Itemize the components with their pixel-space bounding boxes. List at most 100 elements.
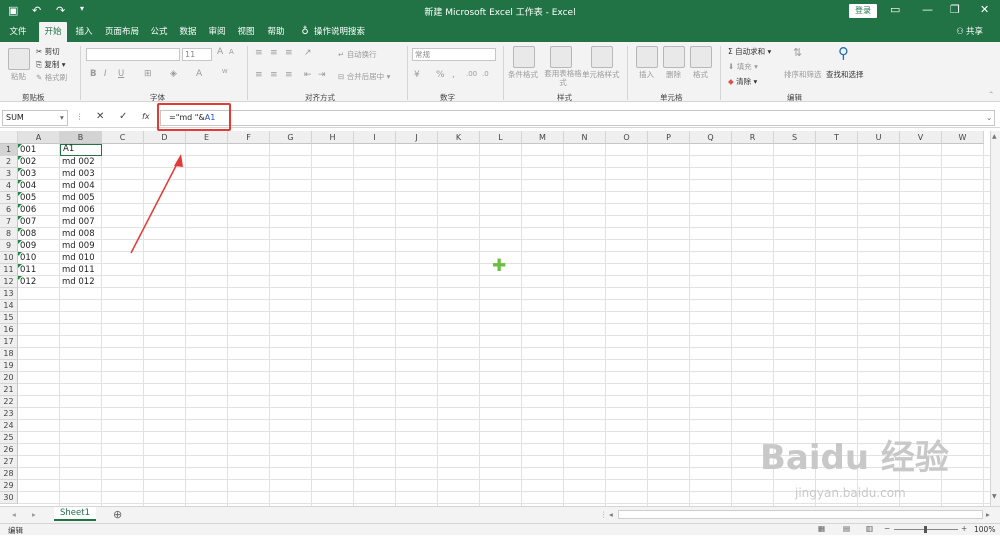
zoom-out-icon[interactable]: − [884,524,890,533]
tab-page-layout[interactable]: 页面布局 [102,22,142,42]
format-as-table-icon[interactable] [550,46,572,68]
insert-cells-button[interactable]: 插入 [639,69,654,80]
tab-insert[interactable]: 插入 [70,22,98,42]
conditional-format-icon[interactable] [513,46,535,68]
formula-input[interactable]: ="md "&A1 [160,110,995,126]
hscroll-options-icon[interactable]: ⋮ [600,510,608,519]
wrap-text-button[interactable]: ↵ 自动换行 [338,49,377,60]
column-header[interactable]: W [942,131,984,144]
find-select-button[interactable]: 查找和选择 [826,69,864,80]
prev-sheet-icon[interactable]: ◂ [12,510,16,519]
collapse-ribbon-icon[interactable]: ⌃ [988,90,994,99]
name-box-dropdown-icon[interactable]: ▾ [60,113,64,122]
row-header[interactable]: 8 [0,228,18,240]
scroll-right-icon[interactable]: ▸ [986,510,990,519]
cell-a[interactable]: 005 [18,192,60,204]
row-header[interactable]: 19 [0,360,18,372]
column-header[interactable]: P [648,131,690,144]
column-header[interactable]: E [186,131,228,144]
vertical-scrollbar[interactable]: ▲ ▼ [990,131,1000,506]
cell-b[interactable]: md 004 [60,180,102,192]
column-header[interactable]: M [522,131,564,144]
column-header[interactable]: S [774,131,816,144]
tab-file[interactable]: 文件 [4,22,32,42]
paste-icon[interactable] [8,48,30,70]
autosum-button[interactable]: Σ 自动求和 ▾ [728,46,771,57]
cell-a[interactable]: 010 [18,252,60,264]
delete-cells-icon[interactable] [663,46,685,68]
row-header[interactable]: 25 [0,432,18,444]
percent-icon[interactable]: % [436,70,445,80]
delete-cells-button[interactable]: 删除 [666,69,681,80]
row-header[interactable]: 7 [0,216,18,228]
row-header[interactable]: 15 [0,312,18,324]
column-header[interactable]: Q [690,131,732,144]
cell-b[interactable]: md 011 [60,264,102,276]
row-header[interactable]: 20 [0,372,18,384]
sort-filter-icon[interactable]: ⇅ [793,46,802,59]
cut-button[interactable]: ✂ 剪切 [36,46,60,57]
comma-icon[interactable]: , [452,70,455,80]
format-as-table-button[interactable]: 套用表格格式 [543,69,583,87]
row-header[interactable]: 3 [0,168,18,180]
currency-icon[interactable]: ¥ [414,70,420,80]
row-header[interactable]: 16 [0,324,18,336]
expand-formula-bar-icon[interactable]: ⌄ [986,113,992,122]
tab-view[interactable]: 视图 [233,22,259,42]
zoom-slider-thumb[interactable] [924,526,927,533]
align-middle-icon[interactable]: ≡ [270,48,278,58]
italic-icon[interactable]: I [104,69,107,79]
horizontal-scrollbar[interactable] [618,510,983,519]
cell-b[interactable]: md 010 [60,252,102,264]
column-header[interactable]: V [900,131,942,144]
cell-b[interactable]: md 009 [60,240,102,252]
cancel-edit-icon[interactable]: ✕ [96,111,104,122]
column-header[interactable]: G [270,131,312,144]
phonetic-icon[interactable]: ᵂ [222,69,228,79]
close-icon[interactable]: ✕ [980,3,989,16]
tab-home[interactable]: 开始 [39,22,67,42]
column-header[interactable]: B [60,131,102,144]
zoom-level[interactable]: 100% [974,525,995,534]
select-all-corner[interactable] [0,131,18,144]
increase-decimal-icon[interactable]: .00 [466,70,477,78]
column-header[interactable]: I [354,131,396,144]
column-header[interactable]: F [228,131,270,144]
bold-icon[interactable]: B [90,69,96,79]
scroll-up-icon[interactable]: ▲ [992,133,997,140]
cell-a[interactable]: 002 [18,156,60,168]
increase-indent-icon[interactable]: ⇥ [318,70,326,80]
cell-b[interactable]: md 007 [60,216,102,228]
align-center-icon[interactable]: ≡ [270,70,278,80]
align-left-icon[interactable]: ≡ [255,70,263,80]
orientation-icon[interactable]: ↗ [304,48,312,58]
cell-b[interactable]: md 012 [60,276,102,288]
zoom-in-icon[interactable]: + [961,524,967,533]
font-color-icon[interactable]: A [196,69,202,79]
cell-styles-icon[interactable] [591,46,613,68]
name-box[interactable]: SUM [2,110,68,126]
cell-a[interactable]: 012 [18,276,60,288]
cell-a[interactable]: 001 [18,144,60,156]
tab-data[interactable]: 数据 [175,22,201,42]
minimize-icon[interactable]: — [922,3,933,16]
insert-cells-icon[interactable] [636,46,658,68]
cell-a[interactable]: 009 [18,240,60,252]
font-name-box[interactable] [86,48,180,61]
login-button[interactable]: 登录 [849,4,877,18]
row-header[interactable]: 22 [0,396,18,408]
cell-a[interactable]: 008 [18,228,60,240]
tab-formulas[interactable]: 公式 [146,22,172,42]
row-header[interactable]: 11 [0,264,18,276]
insert-function-icon[interactable]: fx [142,112,150,121]
page-break-view-icon[interactable]: ▥ [866,524,873,533]
column-header[interactable]: U [858,131,900,144]
cell-a[interactable]: 007 [18,216,60,228]
underline-icon[interactable]: U [118,69,124,79]
add-sheet-icon[interactable]: ⊕ [113,508,122,521]
row-header[interactable]: 6 [0,204,18,216]
format-cells-icon[interactable] [690,46,712,68]
column-header[interactable]: L [480,131,522,144]
row-header[interactable]: 29 [0,480,18,492]
align-bottom-icon[interactable]: ≡ [285,48,293,58]
